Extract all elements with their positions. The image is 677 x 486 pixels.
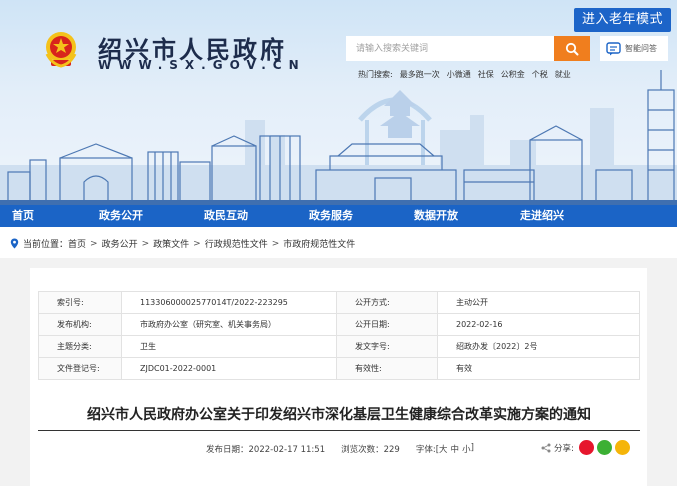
hot-term[interactable]: 就业 xyxy=(555,69,571,80)
chat-bubble-icon xyxy=(606,41,621,55)
font-size-label: 字体:[ xyxy=(415,445,440,455)
breadcrumb-link[interactable]: 市政府规范性文件 xyxy=(283,237,355,250)
meta-key: 有效性: xyxy=(336,357,438,380)
meta-value: 主动公开 xyxy=(437,291,640,314)
hot-term[interactable]: 小微通 xyxy=(447,69,471,80)
national-emblem-icon xyxy=(45,32,77,68)
hot-search-label: 热门搜索: xyxy=(358,70,393,79)
breadcrumb-link[interactable]: 首页 xyxy=(68,237,86,250)
font-size-small[interactable]: 小 xyxy=(462,443,471,455)
share-icon xyxy=(541,443,551,452)
hot-term[interactable]: 最多跑一次 xyxy=(400,69,440,80)
breadcrumb-separator: > xyxy=(90,238,98,249)
meta-key: 发布机构: xyxy=(38,313,122,336)
table-row: 发布机构: 市政府办公室（研究室、机关事务局） 公开日期: 2022-02-16 xyxy=(38,313,640,336)
meta-value: 2022-02-16 xyxy=(437,313,640,336)
location-pin-icon xyxy=(10,238,19,249)
nav-item-gov-affairs[interactable]: 政务公开 xyxy=(99,205,143,227)
document-info: 发布日期：2022-02-17 11:51 浏览次数：229 字体:[ 大 中 … xyxy=(206,443,474,455)
breadcrumb-prefix: 当前位置： xyxy=(23,240,69,250)
meta-value: 市政府办公室（研究室、机关事务局） xyxy=(121,313,337,336)
nav-item-interaction[interactable]: 政民互动 xyxy=(204,205,248,227)
view-count: 浏览次数：229 xyxy=(341,445,400,455)
hot-search-row: 热门搜索: 最多跑一次 小微通 社保 公积金 个税 就业 xyxy=(358,69,571,80)
document-title: 绍兴市人民政府办公室关于印发绍兴市深化基层卫生健康综合改革实施方案的通知 xyxy=(87,407,591,423)
publish-date: 发布日期：2022-02-17 11:51 xyxy=(206,445,326,455)
meta-key: 公开日期: xyxy=(336,313,438,336)
share-bar: 分享: xyxy=(541,440,630,455)
share-label: 分享: xyxy=(554,443,574,454)
wechat-share-icon[interactable] xyxy=(596,440,612,455)
meta-value: ZJDC01-2022-0001 xyxy=(121,357,337,380)
search-button[interactable] xyxy=(554,36,590,61)
weibo-share-icon[interactable] xyxy=(578,440,594,455)
meta-value: 绍政办发〔2022〕2号 xyxy=(437,335,640,358)
hot-term[interactable]: 社保 xyxy=(478,69,494,80)
nav-item-about-shaoxing[interactable]: 走进绍兴 xyxy=(520,205,564,227)
qa-button[interactable]: 智能问答 xyxy=(600,36,668,61)
breadcrumb-separator: > xyxy=(141,238,150,249)
table-row: 索引号: 11330600002577014T/2022-223295 公开方式… xyxy=(38,291,640,314)
nav-item-home[interactable]: 首页 xyxy=(12,205,34,227)
font-size-close: ] xyxy=(470,443,474,453)
qa-label: 智能问答 xyxy=(625,44,657,53)
breadcrumb-separator: > xyxy=(193,238,201,249)
meta-value: 有效 xyxy=(437,357,640,380)
breadcrumb-link[interactable]: 行政规范性文件 xyxy=(205,237,268,250)
nav-item-open-data[interactable]: 数据开放 xyxy=(414,205,458,227)
font-size-medium[interactable]: 中 xyxy=(451,443,460,455)
meta-key: 公开方式: xyxy=(336,291,438,314)
elder-mode-button[interactable]: 进入老年模式 xyxy=(573,8,671,32)
meta-key: 发文字号: xyxy=(336,335,438,358)
table-row: 主题分类: 卫生 发文字号: 绍政办发〔2022〕2号 xyxy=(38,335,640,358)
breadcrumb-separator: > xyxy=(271,238,280,249)
breadcrumb: 当前位置： 首页 > 政务公开 > 政策文件 > 行政规范性文件 > 市政府规范… xyxy=(10,237,355,250)
table-row: 文件登记号: ZJDC01-2022-0001 有效性: 有效 xyxy=(38,357,640,380)
document-metadata-table: 索引号: 11330600002577014T/2022-223295 公开方式… xyxy=(38,291,640,380)
meta-key: 主题分类: xyxy=(38,335,122,358)
hot-term[interactable]: 个税 xyxy=(532,69,548,80)
hot-term[interactable]: 公积金 xyxy=(501,69,525,80)
qzone-share-icon[interactable] xyxy=(614,440,630,455)
skyline-illustration xyxy=(0,70,677,205)
breadcrumb-link[interactable]: 政务公开 xyxy=(102,237,138,250)
meta-value: 卫生 xyxy=(121,335,337,358)
meta-key: 索引号: xyxy=(38,291,122,314)
breadcrumb-link[interactable]: 政策文件 xyxy=(153,237,189,250)
nav-item-services[interactable]: 政务服务 xyxy=(309,205,353,227)
meta-value: 11330600002577014T/2022-223295 xyxy=(121,291,337,314)
header-banner: 进入老年模式 绍兴市人民政府 WWW.SX.GOV.CN 智能问答 热门搜索: … xyxy=(0,0,677,205)
search-icon xyxy=(565,42,579,55)
meta-key: 文件登记号: xyxy=(38,357,122,380)
search-input[interactable] xyxy=(346,36,554,61)
font-size-large[interactable]: 大 xyxy=(439,443,448,455)
site-url: WWW.SX.GOV.CN xyxy=(98,58,306,72)
title-divider xyxy=(38,430,640,431)
main-nav: 首页 政务公开 政民互动 政务服务 数据开放 走进绍兴 xyxy=(0,205,677,227)
